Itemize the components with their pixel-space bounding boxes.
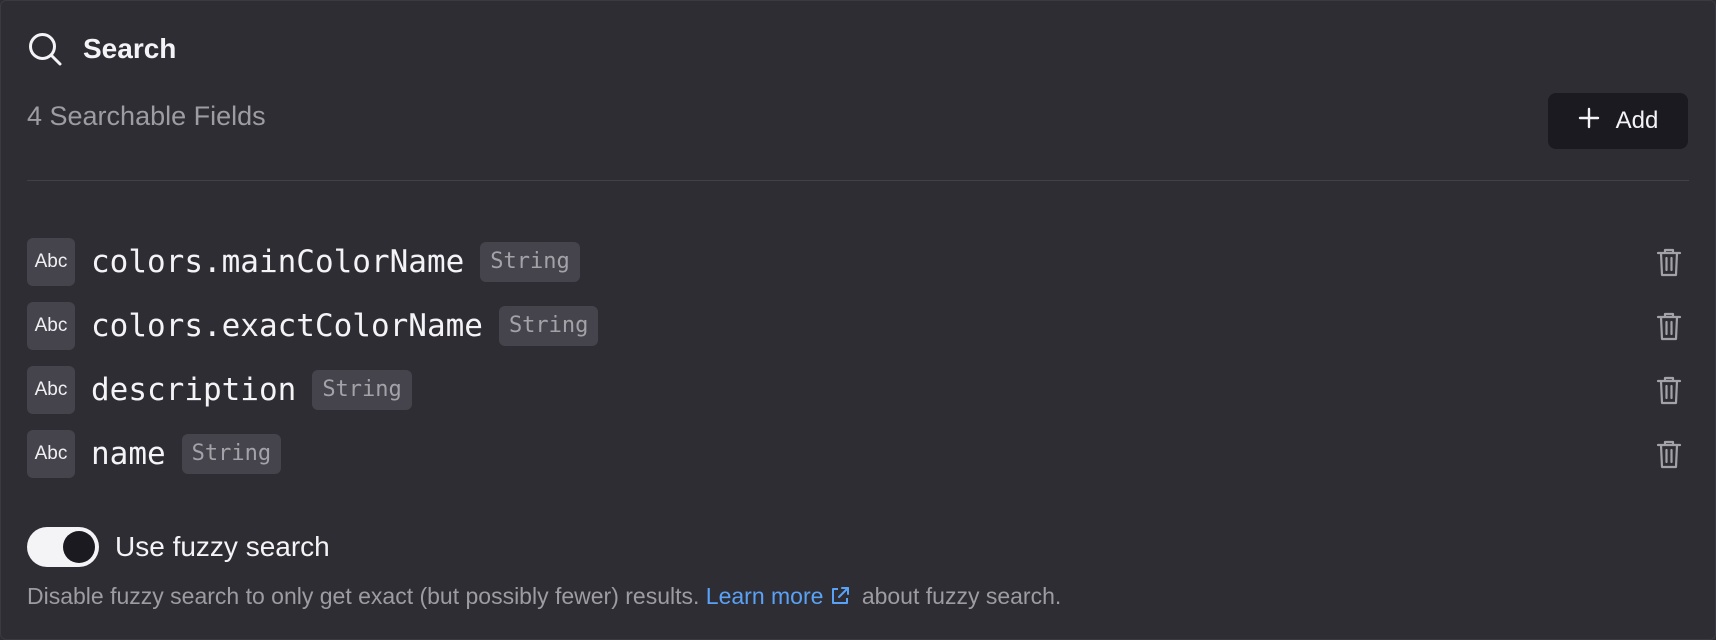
- trash-icon[interactable]: [1649, 370, 1689, 410]
- field-type-badge: String: [312, 370, 412, 410]
- field-row: Abc colors.mainColorName String: [27, 230, 1689, 294]
- plus-icon: [1578, 107, 1600, 136]
- field-type-badge: String: [181, 434, 282, 474]
- field-type-badge: String: [480, 242, 580, 282]
- add-button-label: Add: [1615, 107, 1659, 134]
- searchable-fields-count: 4 Searchable Fields: [27, 101, 266, 131]
- trash-icon[interactable]: [1649, 434, 1689, 474]
- search-icon: [27, 31, 63, 67]
- panel-header: Search: [27, 29, 176, 69]
- field-row: Abc colors.exactColorName String: [27, 294, 1689, 358]
- fuzzy-search-help: Disable fuzzy search to only get exact (…: [27, 583, 1061, 613]
- string-type-icon: Abc: [27, 238, 75, 286]
- field-name: colors.exactColorName: [91, 308, 483, 344]
- string-type-icon: Abc: [27, 302, 75, 350]
- add-field-button[interactable]: Add: [1548, 93, 1688, 149]
- field-name: description: [91, 372, 297, 408]
- search-settings-panel: Search 4 Searchable Fields Add Abc color…: [0, 0, 1716, 640]
- fuzzy-search-toggle[interactable]: [27, 527, 99, 567]
- divider: [27, 180, 1689, 181]
- learn-more-label: Learn more: [705, 583, 824, 609]
- fuzzy-search-label: Use fuzzy search: [115, 531, 330, 562]
- field-row: Abc name String: [27, 422, 1689, 486]
- panel-title: Search: [83, 33, 177, 64]
- help-text-after: about fuzzy search.: [861, 583, 1062, 609]
- field-name: name: [91, 436, 166, 472]
- learn-more-link[interactable]: Learn more: [706, 583, 856, 609]
- searchable-fields-list: Abc colors.mainColorName String Abc colo…: [27, 230, 1689, 486]
- string-type-icon: Abc: [27, 366, 75, 414]
- fuzzy-search-setting: Use fuzzy search: [27, 527, 330, 567]
- trash-icon[interactable]: [1649, 306, 1689, 346]
- external-link-icon: [829, 585, 851, 613]
- help-text-before: Disable fuzzy search to only get exact (…: [27, 583, 700, 609]
- field-name: colors.mainColorName: [91, 244, 465, 280]
- string-type-icon: Abc: [27, 430, 75, 478]
- trash-icon[interactable]: [1649, 242, 1689, 282]
- toggle-knob: [63, 531, 95, 563]
- field-type-badge: String: [498, 306, 599, 346]
- field-row: Abc description String: [27, 358, 1689, 422]
